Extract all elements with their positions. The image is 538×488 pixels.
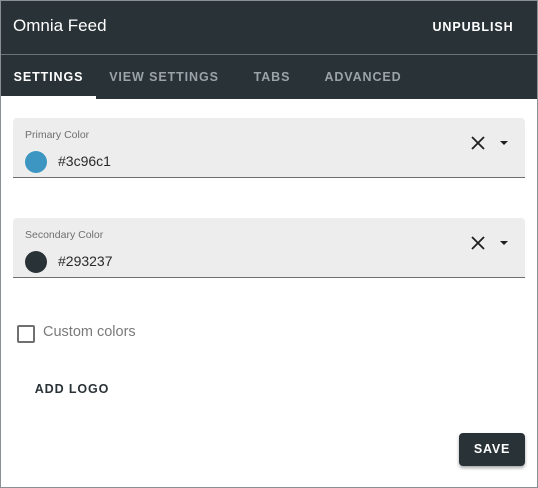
tab-bar: SETTINGS VIEW SETTINGS TABS ADVANCED (1, 55, 537, 99)
primary-color-field[interactable]: Primary Color #3c96c1 (13, 118, 525, 178)
secondary-color-label: Secondary Color (25, 229, 104, 241)
close-icon[interactable] (468, 233, 488, 253)
tab-settings[interactable]: SETTINGS (1, 55, 96, 99)
tab-view-settings[interactable]: VIEW SETTINGS (96, 55, 232, 99)
tab-tabs[interactable]: TABS (232, 55, 312, 99)
tab-advanced[interactable]: ADVANCED (312, 55, 414, 99)
secondary-color-field[interactable]: Secondary Color #293237 (13, 218, 525, 278)
settings-panel: Omnia Feed UNPUBLISH SETTINGS VIEW SETTI… (0, 0, 538, 488)
caret-down-icon[interactable] (495, 133, 513, 153)
save-button[interactable]: SAVE (459, 433, 525, 466)
checkbox-unchecked-icon[interactable] (17, 325, 35, 343)
page-title: Omnia Feed (13, 16, 107, 35)
custom-colors-label: Custom colors (43, 324, 136, 340)
unpublish-button[interactable]: UNPUBLISH (421, 13, 525, 41)
close-icon[interactable] (468, 133, 488, 153)
secondary-color-swatch (25, 251, 47, 273)
add-logo-button[interactable]: ADD LOGO (23, 374, 121, 404)
primary-color-value[interactable]: #3c96c1 (58, 153, 111, 169)
primary-color-swatch (25, 151, 47, 173)
primary-color-label: Primary Color (25, 129, 90, 141)
app-header: Omnia Feed UNPUBLISH (1, 1, 537, 55)
caret-down-icon[interactable] (495, 233, 513, 253)
secondary-color-value[interactable]: #293237 (58, 253, 113, 269)
